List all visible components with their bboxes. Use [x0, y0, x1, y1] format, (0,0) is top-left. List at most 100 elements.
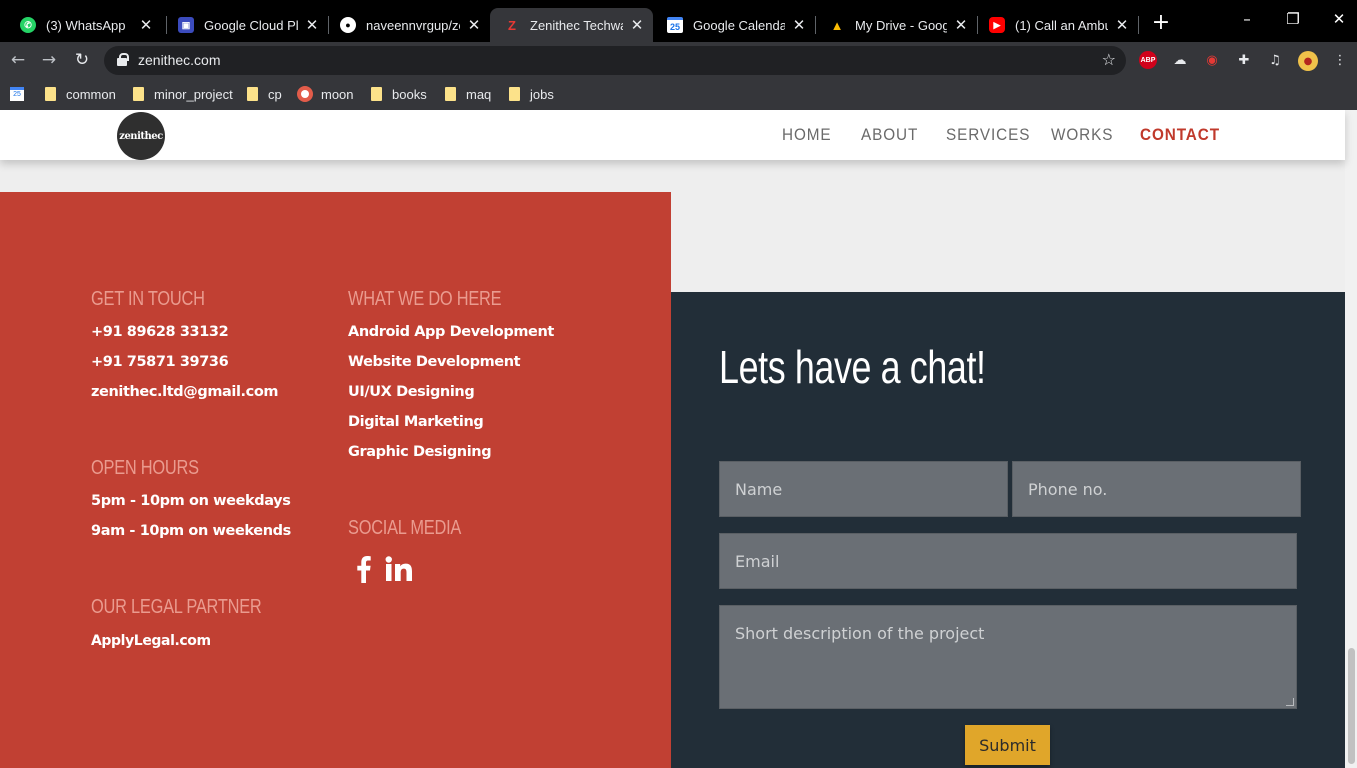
folder-icon	[509, 87, 520, 101]
service-item: Android App Development	[348, 324, 554, 340]
screen-recorder-icon[interactable]: ◉	[1203, 51, 1221, 69]
browser-menu-icon[interactable]: ⋮	[1331, 51, 1349, 69]
folder-icon	[445, 87, 456, 101]
project-description-textarea[interactable]: Short description of the project	[719, 605, 1297, 709]
tab-title: naveennvrgup/zen	[366, 17, 460, 33]
site-logo[interactable]: zenithec	[117, 112, 165, 160]
cloud-extension-icon[interactable]: ☁	[1171, 51, 1189, 69]
tab-google-cloud[interactable]: ▣ Google Cloud Plat ✕	[164, 8, 328, 42]
moon-icon	[297, 86, 313, 102]
tab-zenithec[interactable]: Z Zenithec Techware ✕	[490, 8, 653, 42]
new-tab-button[interactable]: +	[1150, 12, 1172, 36]
tab-whatsapp[interactable]: ✆ (3) WhatsApp ✕	[6, 8, 162, 42]
github-icon: ●	[340, 17, 356, 33]
name-input[interactable]: Name	[719, 461, 1008, 517]
scrollbar-thumb[interactable]	[1348, 648, 1355, 764]
media-queue-icon[interactable]: ♫	[1266, 51, 1284, 69]
email-input[interactable]: Email	[719, 533, 1297, 589]
tab-separator	[1138, 16, 1139, 34]
tab-youtube[interactable]: ▶ (1) Call an Ambula ✕	[975, 8, 1138, 42]
legal-partner-heading: OUR LEGAL PARTNER	[91, 596, 262, 618]
bookmark-star-icon[interactable]: ☆	[1102, 50, 1116, 69]
zenithec-icon: Z	[508, 17, 516, 33]
browser-toolbar: ← → ↻ zenithec.com ☆ ABP ☁ ◉ ✚ ♫ ● ⋮	[0, 42, 1357, 78]
back-button[interactable]: ←	[7, 49, 29, 71]
bookmark-cp[interactable]: cp	[247, 83, 282, 105]
close-icon[interactable]: ✕	[1114, 16, 1130, 34]
legal-partner-link[interactable]: ApplyLegal.com	[91, 633, 211, 649]
bookmark-common[interactable]: common	[45, 83, 116, 105]
close-icon[interactable]: ✕	[953, 16, 969, 34]
social-media-heading: SOCIAL MEDIA	[348, 517, 462, 539]
site-header: zenithec HOME ABOUT SERVICES WORKS CONTA…	[0, 110, 1345, 160]
restore-button[interactable]: ❐	[1280, 10, 1306, 32]
email-link[interactable]: zenithec.ltd@gmail.com	[91, 384, 279, 400]
linkedin-icon[interactable]	[384, 554, 414, 584]
phone-number-1[interactable]: +91 89628 33132	[91, 324, 229, 340]
bookmark-label: moon	[321, 86, 354, 102]
service-item: Graphic Designing	[348, 444, 492, 460]
profile-avatar[interactable]: ●	[1298, 51, 1318, 71]
tab-google-drive[interactable]: ▲ My Drive - Google ✕	[815, 8, 977, 42]
tab-google-calendar[interactable]: 25 Google Calendar - ✕	[653, 8, 815, 42]
bookmark-label: minor_project	[154, 86, 233, 102]
bookmarks-bar: 25 common minor_project cp moon books ma…	[0, 78, 1357, 110]
open-hours-heading: OPEN HOURS	[91, 457, 199, 479]
folder-icon	[133, 87, 144, 101]
service-item: Digital Marketing	[348, 414, 484, 430]
service-item: Website Development	[348, 354, 521, 370]
get-in-touch-heading: GET IN TOUCH	[91, 288, 205, 310]
whatsapp-icon: ✆	[20, 17, 36, 33]
close-icon[interactable]: ✕	[629, 16, 645, 34]
minimize-button[interactable]: –	[1234, 10, 1260, 32]
google-calendar-icon: 25	[667, 17, 683, 33]
nav-services[interactable]: SERVICES	[946, 125, 1030, 145]
nav-home[interactable]: HOME	[782, 125, 832, 145]
nav-about[interactable]: ABOUT	[861, 125, 918, 145]
bookmark-calendar[interactable]: 25	[10, 83, 24, 105]
page-scrollbar[interactable]	[1345, 110, 1357, 768]
description-placeholder: Short description of the project	[735, 624, 985, 643]
phone-number-2[interactable]: +91 75871 39736	[91, 354, 229, 370]
nav-works[interactable]: WORKS	[1051, 125, 1113, 145]
folder-icon	[45, 87, 56, 101]
tab-title: Google Calendar -	[693, 17, 785, 33]
bookmark-label: maq	[466, 86, 492, 102]
folder-icon	[247, 87, 258, 101]
bookmark-moon[interactable]: moon	[297, 83, 354, 105]
service-item: UI/UX Designing	[348, 384, 475, 400]
hours-weekends: 9am - 10pm on weekends	[91, 523, 291, 539]
youtube-icon: ▶	[989, 17, 1005, 33]
tab-github[interactable]: ● naveennvrgup/zen ✕	[326, 8, 490, 42]
resize-handle-icon[interactable]	[1286, 698, 1294, 706]
bookmark-minor-project[interactable]: minor_project	[133, 83, 233, 105]
nav-contact[interactable]: CONTACT	[1140, 125, 1220, 145]
close-icon[interactable]: ✕	[304, 16, 320, 34]
bookmark-label: cp	[268, 86, 282, 102]
reload-button[interactable]: ↻	[71, 49, 93, 71]
extensions-puzzle-icon[interactable]: ✚	[1235, 51, 1253, 69]
browser-tab-strip: ✆ (3) WhatsApp ✕ ▣ Google Cloud Plat ✕ ●…	[0, 0, 1357, 42]
form-title: Lets have a chat!	[719, 341, 986, 393]
address-bar[interactable]: zenithec.com ☆	[104, 46, 1126, 75]
close-icon[interactable]: ✕	[138, 16, 154, 34]
bookmark-maq[interactable]: maq	[445, 83, 491, 105]
bookmark-jobs[interactable]: jobs	[509, 83, 554, 105]
close-icon[interactable]: ✕	[466, 16, 482, 34]
page-viewport: zenithec HOME ABOUT SERVICES WORKS CONTA…	[0, 110, 1357, 768]
forward-button[interactable]: →	[38, 49, 60, 71]
lock-icon[interactable]	[117, 53, 129, 66]
address-url: zenithec.com	[138, 52, 221, 68]
bookmark-books[interactable]: books	[371, 83, 427, 105]
phone-input[interactable]: Phone no.	[1012, 461, 1301, 517]
tab-title: (1) Call an Ambula	[1015, 17, 1108, 33]
folder-icon	[371, 87, 382, 101]
close-window-button[interactable]: ✕	[1326, 10, 1352, 32]
adblock-plus-icon[interactable]: ABP	[1139, 51, 1157, 69]
hours-weekdays: 5pm - 10pm on weekdays	[91, 493, 291, 509]
submit-button[interactable]: Submit	[965, 725, 1050, 765]
close-icon[interactable]: ✕	[791, 16, 807, 34]
bookmark-label: jobs	[530, 86, 554, 102]
facebook-icon[interactable]	[348, 554, 378, 584]
google-calendar-icon: 25	[10, 87, 24, 101]
